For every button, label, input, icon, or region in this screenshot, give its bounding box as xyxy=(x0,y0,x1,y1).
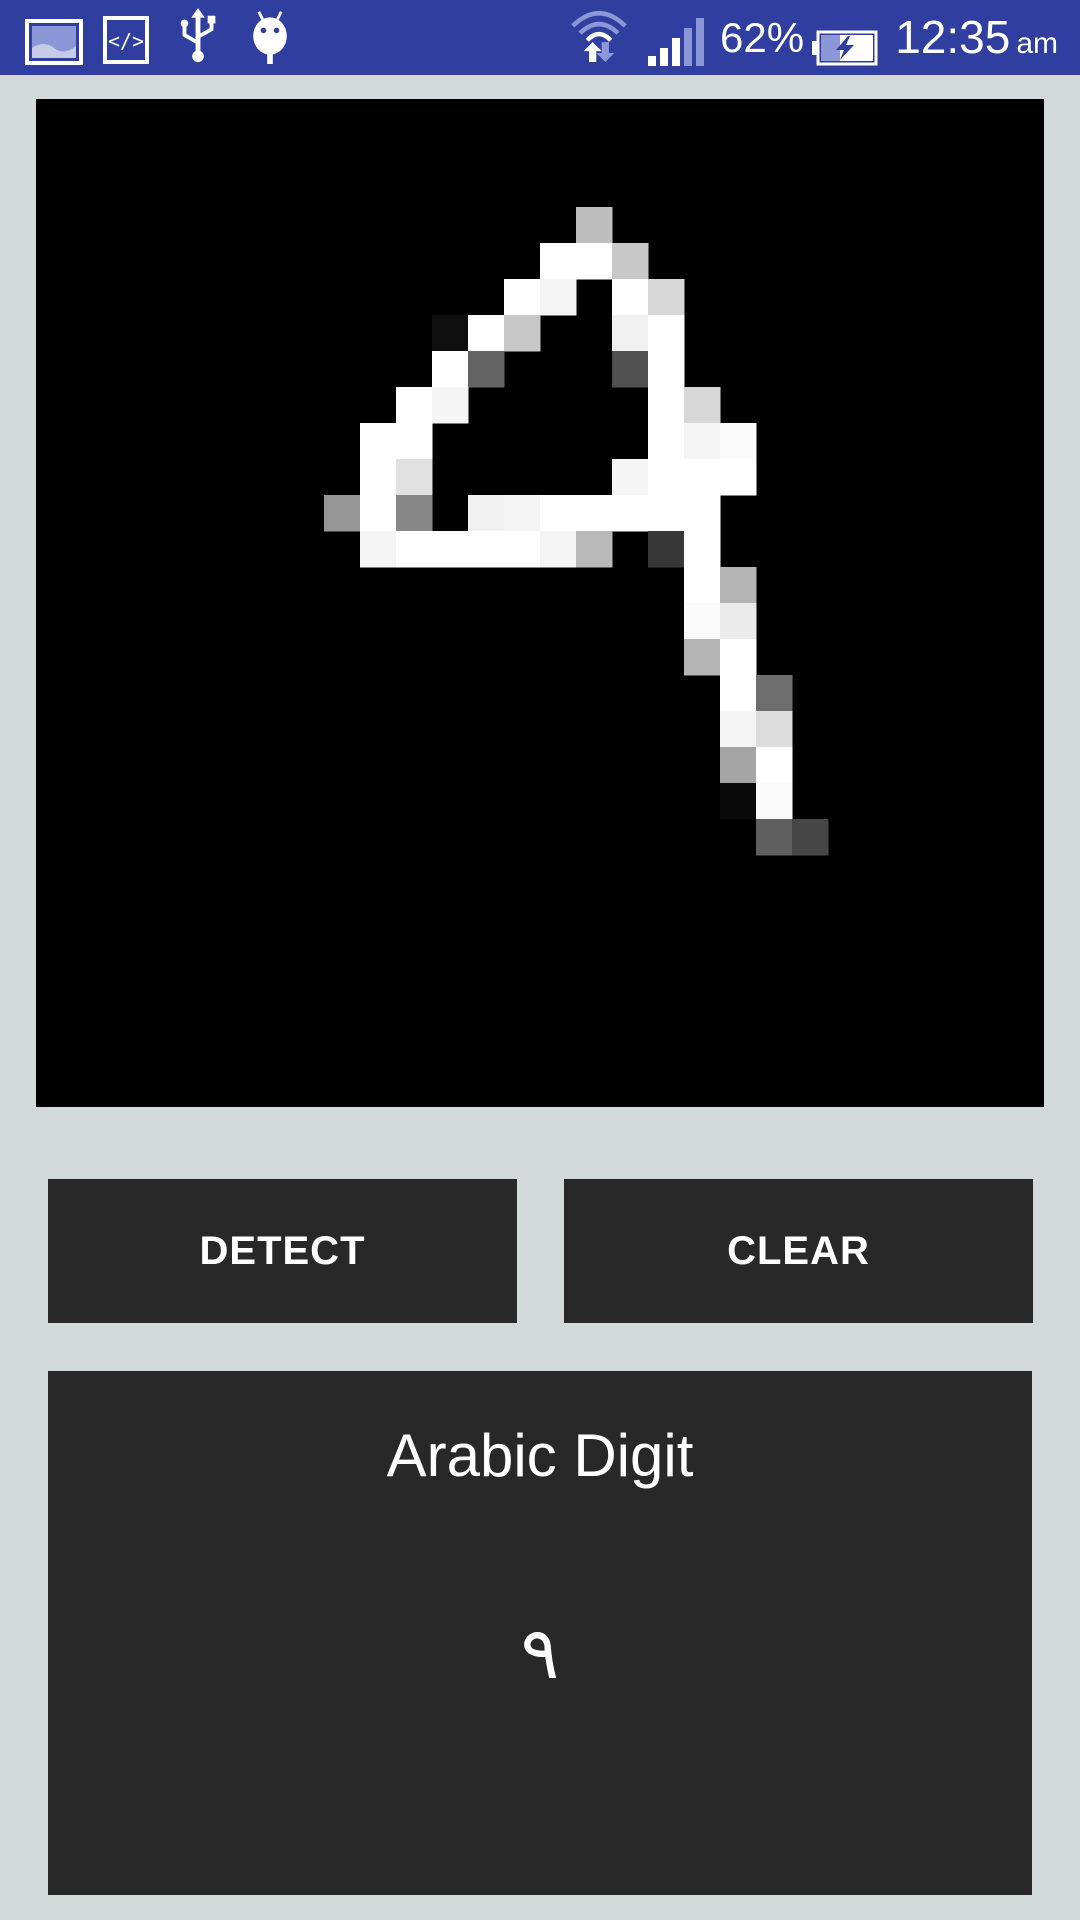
ink-pixel xyxy=(360,423,397,460)
ink-pixel xyxy=(756,819,793,856)
ink-pixel xyxy=(756,675,793,712)
ink-pixel xyxy=(684,603,721,640)
ink-pixel xyxy=(720,603,757,640)
ink-pixel xyxy=(648,351,685,388)
ink-pixel xyxy=(720,639,757,676)
ink-pixel xyxy=(396,387,433,424)
ink-pixel xyxy=(360,495,397,532)
signal-icon xyxy=(648,18,704,66)
ink-pixel xyxy=(504,315,541,352)
ink-pixel xyxy=(684,567,721,604)
ink-pixel xyxy=(756,747,793,784)
ink-pixel xyxy=(468,495,505,532)
ink-pixel xyxy=(576,531,613,568)
ink-pixel xyxy=(396,459,433,496)
ink-pixel xyxy=(648,423,685,460)
code-icon: </> xyxy=(103,16,149,64)
svg-text:</>: </> xyxy=(108,29,144,53)
ink-pixel xyxy=(684,459,721,496)
clock-time: 12:35 xyxy=(895,11,1011,63)
ink-pixel xyxy=(720,675,757,712)
ink-pixel xyxy=(684,639,721,676)
ink-pixel xyxy=(540,243,577,280)
ink-pixel xyxy=(648,387,685,424)
ink-pixel xyxy=(432,531,469,568)
ink-pixel xyxy=(648,531,685,568)
ink-pixel xyxy=(360,459,397,496)
ink-pixel xyxy=(720,783,757,820)
ink-pixel xyxy=(504,495,541,532)
ink-pixel xyxy=(720,459,757,496)
ink-pixel xyxy=(648,315,685,352)
ink-pixel xyxy=(756,783,793,820)
ink-pixel xyxy=(576,495,613,532)
ink-pixel xyxy=(504,279,541,316)
android-debug-icon xyxy=(253,11,287,64)
ink-pixel xyxy=(432,387,469,424)
ink-pixel xyxy=(720,747,757,784)
ink-pixel xyxy=(684,387,721,424)
status-bar: </> 62% 12:35 am xyxy=(0,0,1080,75)
detected-digit: ٩ xyxy=(520,1611,560,1695)
ink-pixel xyxy=(612,459,649,496)
gallery-icon xyxy=(25,19,83,65)
ink-pixel xyxy=(540,279,577,316)
usb-icon xyxy=(180,8,216,63)
result-panel: Arabic Digit ٩ xyxy=(48,1371,1032,1895)
ink-pixel xyxy=(396,423,433,460)
battery-charging-icon xyxy=(812,30,878,66)
clock-ampm: am xyxy=(1016,27,1058,60)
ink-pixel xyxy=(612,315,649,352)
ink-pixel xyxy=(648,495,685,532)
ink-pixel xyxy=(720,423,757,460)
ink-pixel xyxy=(612,351,649,388)
ink-pixel xyxy=(648,459,685,496)
ink-pixel xyxy=(396,531,433,568)
ink-pixel xyxy=(576,243,613,280)
ink-pixel xyxy=(324,495,361,532)
clear-button[interactable]: CLEAR xyxy=(564,1179,1033,1323)
ink-pixel xyxy=(612,495,649,532)
ink-pixel xyxy=(720,711,757,748)
ink-pixel xyxy=(684,495,721,532)
ink-pixel xyxy=(468,315,505,352)
ink-pixel xyxy=(612,243,649,280)
ink-pixel xyxy=(756,711,793,748)
ink-pixel xyxy=(648,279,685,316)
detect-button[interactable]: DETECT xyxy=(48,1179,517,1323)
ink-pixel xyxy=(576,207,613,244)
ink-pixel xyxy=(468,531,505,568)
ink-pixel xyxy=(540,495,577,532)
ink-pixel xyxy=(540,531,577,568)
ink-pixel xyxy=(612,279,649,316)
ink-pixel xyxy=(360,531,397,568)
ink-pixel xyxy=(504,531,541,568)
ink-pixel xyxy=(432,315,469,352)
result-title: Arabic Digit xyxy=(386,1422,694,1489)
drawing-canvas[interactable] xyxy=(36,99,1044,1107)
ink-pixel xyxy=(396,495,433,532)
ink-pixel xyxy=(432,351,469,388)
battery-percentage: 62% xyxy=(720,14,805,61)
ink-pixel xyxy=(684,531,721,568)
ink-pixel xyxy=(792,819,829,856)
ink-pixel xyxy=(684,423,721,460)
ink-pixel xyxy=(468,351,505,388)
clock: 12:35 am xyxy=(895,10,1058,64)
handwritten-digit-drawing xyxy=(324,207,829,856)
wifi-icon xyxy=(571,11,627,62)
ink-pixel xyxy=(720,567,757,604)
